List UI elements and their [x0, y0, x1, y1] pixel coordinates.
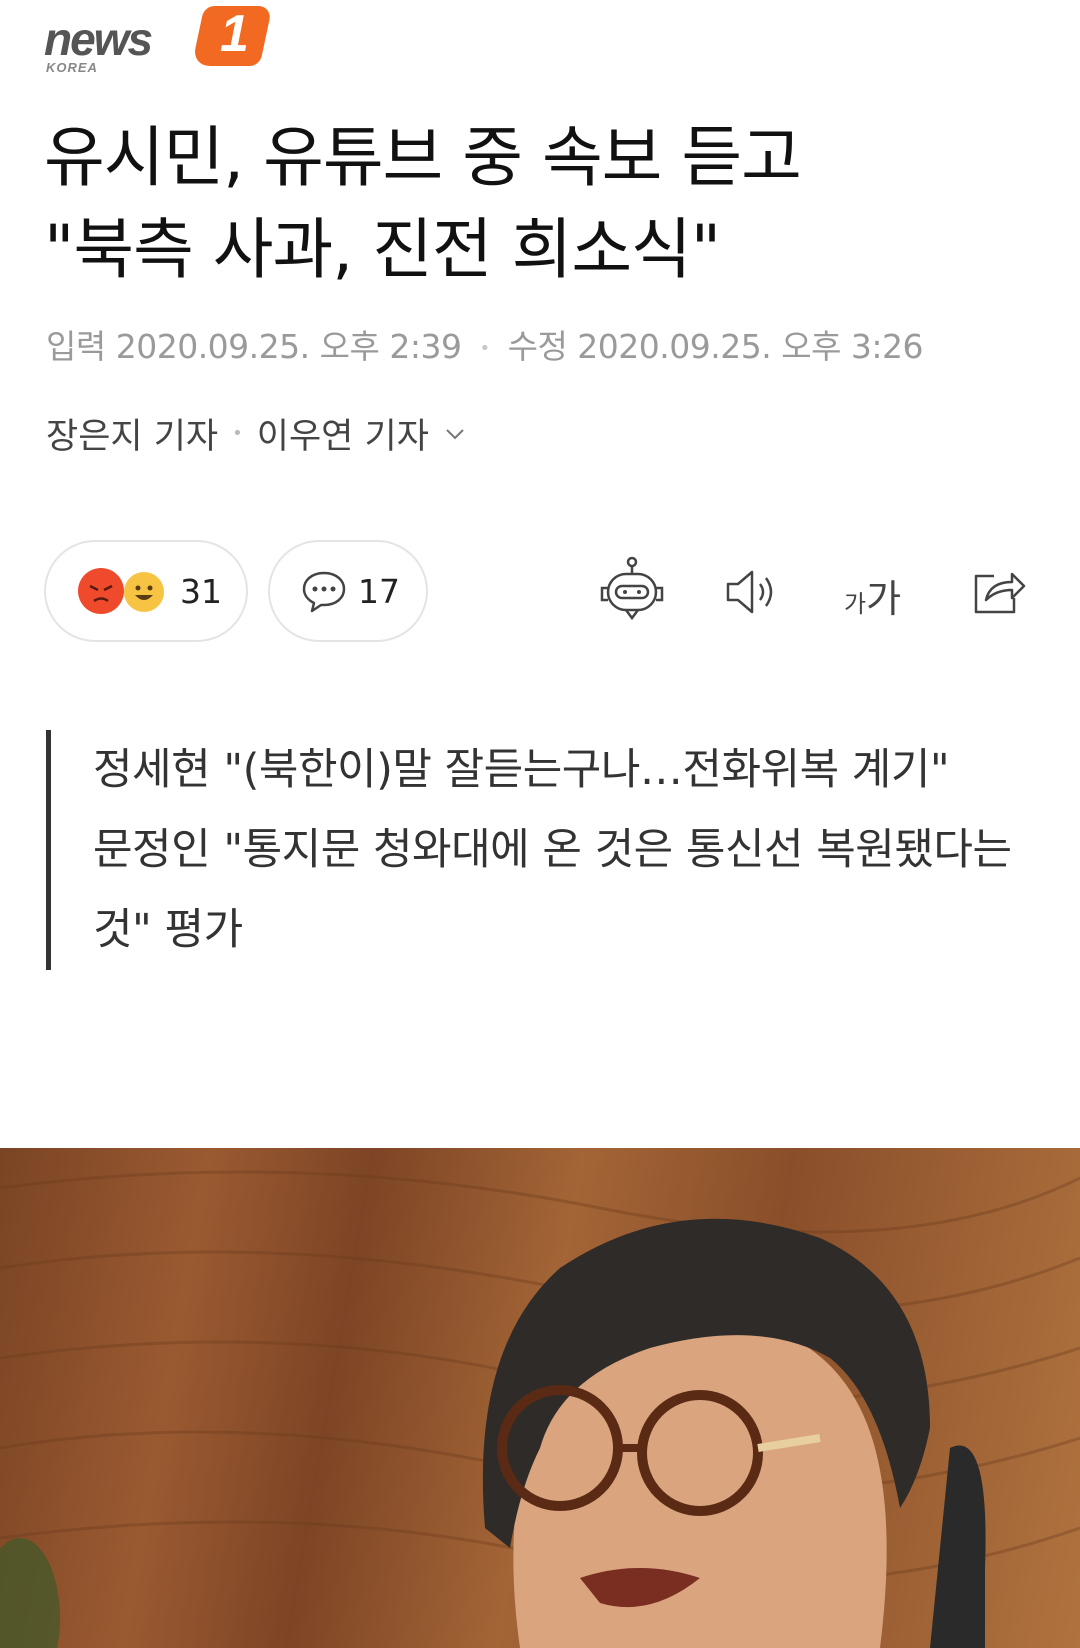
font-size-icon[interactable]: 가가 — [844, 568, 901, 623]
share-icon[interactable] — [970, 564, 1028, 618]
reporter-name[interactable]: 이우연 기자 — [257, 408, 429, 459]
article-headline: 유시민, 유튜브 중 속보 듣고 "북측 사과, 진전 희소식" — [44, 112, 1044, 296]
date-separator: • — [479, 338, 490, 359]
reaction-button[interactable]: 31 — [44, 540, 248, 642]
headline-line: "북측 사과, 진전 희소식" — [44, 211, 721, 288]
logo-wordmark: news — [44, 13, 153, 65]
article-photo[interactable] — [0, 1148, 1080, 1648]
summary-item: 정세현 "(북한이)말 잘듣는구나…전화위복 계기" — [93, 745, 950, 795]
summary-item: 문정인 "통지문 청와대에 온 것은 통신선 복원됐다는 것" 평가 — [93, 825, 1012, 955]
angry-emoji-icon — [78, 568, 124, 614]
modified-date: 수정 2020.09.25. 오후 3:26 — [507, 327, 924, 366]
speaker-icon[interactable] — [724, 568, 784, 616]
reporter-name[interactable]: 장은지 기자 — [46, 408, 218, 459]
photo-illustration — [0, 1170, 1080, 1648]
comment-bubble-icon — [302, 571, 346, 613]
reaction-count: 31 — [180, 571, 222, 611]
published-date: 입력 2020.09.25. 오후 2:39 — [46, 327, 462, 366]
article-summary: 정세현 "(북한이)말 잘듣는구나…전화위복 계기" 문정인 "통지문 청와대에… — [46, 730, 1026, 970]
reporter-separator: • — [232, 423, 243, 444]
chevron-down-icon[interactable] — [443, 422, 467, 446]
logo-region: KOREA — [46, 60, 98, 75]
news1-logo[interactable]: news 1 KOREA — [44, 2, 284, 80]
comment-button[interactable]: 17 — [268, 540, 428, 642]
happy-emoji-icon — [124, 572, 164, 612]
logo-number: 1 — [220, 5, 249, 63]
headline-line: 유시민, 유튜브 중 속보 듣고 — [44, 119, 802, 196]
reporter-list[interactable]: 장은지 기자 • 이우연 기자 — [46, 408, 467, 459]
robot-icon[interactable] — [598, 556, 666, 622]
article-dates: 입력 2020.09.25. 오후 2:39 • 수정 2020.09.25. … — [46, 320, 924, 368]
comment-count: 17 — [358, 571, 400, 611]
